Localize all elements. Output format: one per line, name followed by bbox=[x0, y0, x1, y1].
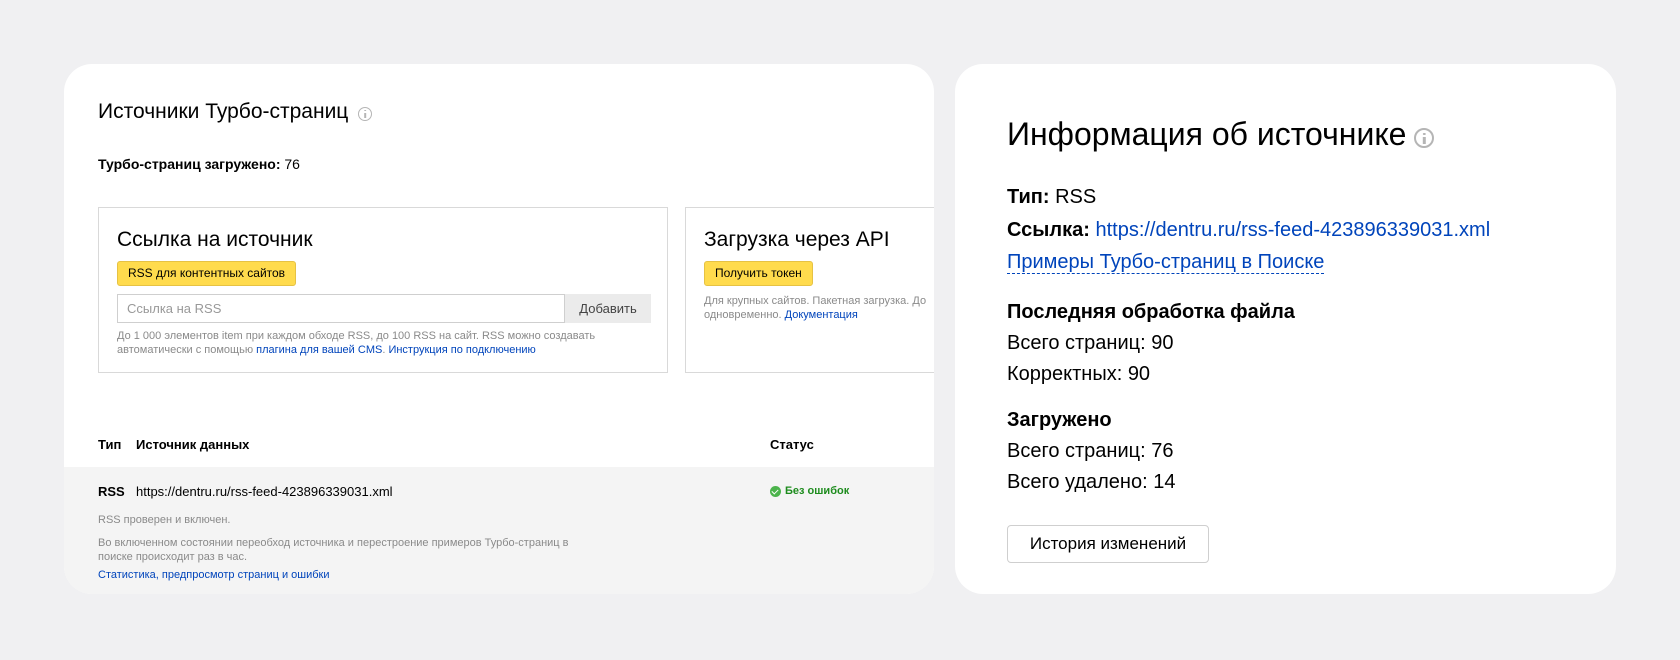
last-processing-heading: Последняя обработка файла bbox=[1007, 301, 1295, 323]
deleted-pages-label: Всего удалено: bbox=[1007, 471, 1154, 493]
rss-url-input[interactable]: Ссылка на RSS bbox=[117, 294, 565, 323]
loaded-pages-label: Всего страниц: bbox=[1007, 440, 1152, 462]
stats-preview-errors-link[interactable]: Статистика, предпросмотр страниц и ошибк… bbox=[98, 569, 330, 581]
column-header-type: Тип bbox=[98, 437, 122, 452]
info-icon[interactable] bbox=[358, 106, 373, 121]
source-link-label: Ссылка: bbox=[1007, 219, 1090, 241]
api-upload-title: Загрузка через API bbox=[704, 228, 890, 251]
loaded-count-value: 76 bbox=[284, 156, 300, 172]
source-info-title-text: Информация об источнике bbox=[1007, 116, 1407, 152]
source-info-panel: Информация об источнике Тип: RSS Ссылка:… bbox=[955, 64, 1616, 594]
deleted-pages-value: 14 bbox=[1153, 471, 1176, 493]
source-link-box: Ссылка на источник RSS для контентных са… bbox=[98, 207, 668, 373]
api-hint-line2: одновременно. bbox=[704, 309, 785, 321]
correct-pages-label: Корректных: bbox=[1007, 363, 1128, 385]
row-source-url: https://dentru.ru/rss-feed-423896339031.… bbox=[136, 484, 393, 499]
source-link-hint: До 1 000 элементов item при каждом обход… bbox=[117, 329, 637, 357]
row-type: RSS bbox=[98, 484, 125, 499]
rss-content-sites-button[interactable]: RSS для контентных сайтов bbox=[117, 261, 297, 286]
api-hint-line1: Для крупных сайтов. Пакетная загрузка. Д… bbox=[704, 295, 927, 307]
add-button[interactable]: Добавить bbox=[565, 294, 651, 323]
deleted-pages: Всего удалено: 14 bbox=[1007, 471, 1175, 494]
total-pages-label: Всего страниц: bbox=[1007, 332, 1152, 354]
examples-row: Примеры Турбо-страниц в Поиске bbox=[1007, 251, 1325, 274]
page-title: Источники Турбо-страниц bbox=[98, 100, 373, 124]
cms-plugin-link[interactable]: плагина для вашей CMS bbox=[256, 344, 382, 356]
api-upload-box: Загрузка через API Получить токен Для кр… bbox=[685, 207, 934, 373]
get-token-button[interactable]: Получить токен bbox=[704, 261, 813, 286]
api-hint: Для крупных сайтов. Пакетная загрузка. Д… bbox=[704, 294, 934, 322]
check-circle-icon bbox=[770, 485, 781, 497]
source-type-label: Тип: bbox=[1007, 186, 1050, 208]
source-type: Тип: RSS bbox=[1007, 186, 1096, 209]
documentation-link[interactable]: Документация bbox=[785, 309, 858, 321]
status-badge: Без ошибок bbox=[770, 485, 849, 497]
column-header-status: Статус bbox=[770, 437, 814, 452]
history-button[interactable]: История изменений bbox=[1007, 525, 1209, 563]
source-url-link[interactable]: https://dentru.ru/rss-feed-423896339031.… bbox=[1095, 219, 1490, 241]
total-pages-value: 90 bbox=[1151, 332, 1174, 354]
info-icon[interactable] bbox=[1414, 127, 1435, 148]
source-link: Ссылка: https://dentru.ru/rss-feed-42389… bbox=[1007, 219, 1490, 242]
status-text: Без ошибок bbox=[785, 485, 850, 497]
loaded-pages-value: 76 bbox=[1151, 440, 1174, 462]
page-title-text: Источники Турбо-страниц bbox=[98, 100, 349, 123]
loaded-pages: Всего страниц: 76 bbox=[1007, 440, 1173, 463]
correct-pages-value: 90 bbox=[1127, 363, 1151, 385]
turbo-sources-panel: Источники Турбо-страниц Турбо-страниц за… bbox=[64, 64, 934, 594]
correct-pages: Корректных: 90 bbox=[1007, 363, 1150, 386]
loaded-count: Турбо-страниц загружено: 76 bbox=[98, 156, 300, 172]
loaded-heading: Загружено bbox=[1007, 409, 1112, 431]
row-note-schedule: Во включенном состоянии переобход источн… bbox=[98, 537, 569, 563]
total-pages: Всего страниц: 90 bbox=[1007, 332, 1173, 355]
row-note-checked: RSS проверен и включен. bbox=[98, 514, 231, 526]
column-header-source: Источник данных bbox=[136, 437, 250, 452]
source-info-title: Информация об источнике bbox=[1007, 116, 1435, 153]
source-link-title: Ссылка на источник bbox=[117, 228, 313, 251]
turbo-examples-link[interactable]: Примеры Турбо-страниц в Поиске bbox=[1007, 251, 1325, 274]
connection-guide-link[interactable]: Инструкция по подключению bbox=[388, 344, 535, 356]
source-type-value: RSS bbox=[1055, 186, 1097, 208]
loaded-count-label: Турбо-страниц загружено: bbox=[98, 156, 281, 172]
